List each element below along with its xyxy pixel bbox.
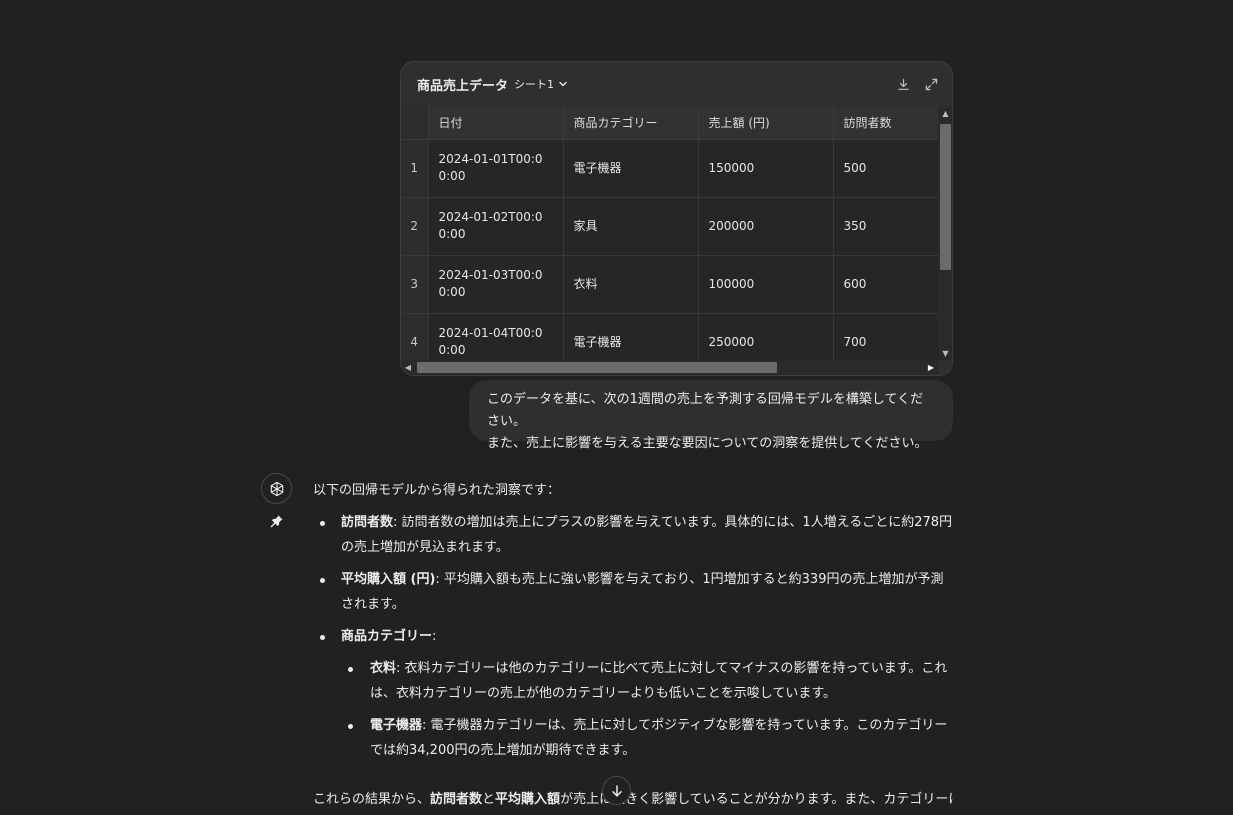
list-item: 商品カテゴリー: 衣料: 衣料カテゴリーは他のカテゴリーに比べて売上に対してマイ…: [313, 624, 953, 763]
category-sublist: 衣料: 衣料カテゴリーは他のカテゴリーに比べて売上に対してマイナスの影響を持って…: [341, 656, 953, 763]
data-table: 日付 商品カテゴリー 売上額 (円) 訪問者数 1 2024-01-01T00:…: [401, 106, 938, 360]
column-header[interactable]: 商品カテゴリー: [563, 106, 699, 140]
spreadsheet-header: 商品売上データ シート1: [401, 62, 952, 106]
conclusion-bold: 平均購入額: [495, 792, 561, 807]
assistant-message: 以下の回帰モデルから得られた洞察です： 訪問者数: 訪問者数の増加は売上にプラス…: [313, 478, 953, 763]
vertical-scroll-thumb[interactable]: [940, 124, 951, 270]
corner-cell: [401, 106, 429, 140]
list-item-text: :: [432, 629, 437, 644]
list-item-label: 商品カテゴリー: [341, 629, 433, 644]
table-row: 2 2024-01-02T00:00:00 家具 200000 350: [401, 197, 938, 256]
date-cell[interactable]: 2024-01-03T00:00:00: [428, 255, 564, 314]
list-item-text: : 衣料カテゴリーは他のカテゴリーに比べて売上に対してマイナスの影響を持っていま…: [370, 661, 948, 701]
conclusion-text: と: [482, 792, 496, 807]
column-header[interactable]: 売上額 (円): [698, 106, 834, 140]
expand-button[interactable]: [924, 77, 938, 91]
spreadsheet-preview: 商品売上データ シート1 日付 商品カテゴリー 売上額 (円) 訪問者数 1 2…: [400, 61, 953, 376]
horizontal-scroll-thumb[interactable]: [417, 362, 777, 373]
assistant-conclusion: これらの結果から、訪問者数と平均購入額が売上に大きく影響していることが分かります…: [313, 787, 953, 812]
scroll-right-arrow-icon[interactable]: ▶: [924, 360, 938, 375]
row-number: 1: [401, 139, 429, 198]
insight-list: 訪問者数: 訪問者数の増加は売上にプラスの影響を与えています。具体的には、1人増…: [313, 510, 953, 763]
list-item-text: : 電子機器カテゴリーは、売上に対してポジティブな影響を持っています。このカテゴ…: [370, 718, 948, 758]
list-item: 平均購入額 (円): 平均購入額も売上に強い影響を与えており、1円増加すると約3…: [313, 567, 953, 617]
sales-cell[interactable]: 250000: [698, 313, 834, 360]
visitors-cell[interactable]: 600: [833, 255, 938, 314]
chevron-down-icon: [559, 81, 567, 87]
pin-icon: [270, 515, 283, 528]
list-item-label: 衣料: [370, 661, 397, 676]
date-cell[interactable]: 2024-01-02T00:00:00: [428, 197, 564, 256]
category-cell[interactable]: 電子機器: [563, 313, 699, 360]
list-item-label: 訪問者数: [341, 515, 394, 530]
row-number: 3: [401, 255, 429, 314]
list-item: 衣料: 衣料カテゴリーは他のカテゴリーに比べて売上に対してマイナスの影響を持って…: [341, 656, 953, 706]
openai-logo-icon: [270, 481, 283, 496]
horizontal-scrollbar[interactable]: ◀ ▶: [401, 360, 938, 375]
table-header-row: 日付 商品カテゴリー 売上額 (円) 訪問者数: [401, 106, 938, 140]
conclusion-text: これらの結果から、: [313, 792, 431, 807]
column-header[interactable]: 日付: [428, 106, 564, 140]
scroll-up-arrow-icon[interactable]: ▲: [938, 106, 952, 120]
column-header[interactable]: 訪問者数: [833, 106, 938, 140]
user-message: このデータを基に、次の1週間の売上を予測する回帰モデルを構築してください。 また…: [469, 380, 953, 451]
list-item: 訪問者数: 訪問者数の増加は売上にプラスの影響を与えています。具体的には、1人増…: [313, 510, 953, 560]
pin-button[interactable]: [269, 513, 285, 529]
scroll-left-arrow-icon[interactable]: ◀: [401, 360, 415, 375]
sheet-tab-label: シート1: [514, 78, 555, 91]
table-row: 3 2024-01-03T00:00:00 衣料 100000 600: [401, 255, 938, 314]
row-number: 4: [401, 313, 429, 360]
visitors-cell[interactable]: 500: [833, 139, 938, 198]
download-icon: [897, 78, 909, 90]
assistant-avatar: [261, 473, 292, 504]
conclusion-bold: 訪問者数: [430, 792, 483, 807]
date-cell[interactable]: 2024-01-01T00:00:00: [428, 139, 564, 198]
user-message-line: また、売上に影響を与える主要な要因についての洞察を提供してください。: [487, 436, 928, 451]
table-row: 4 2024-01-04T00:00:00 電子機器 250000 700: [401, 313, 938, 360]
scroll-to-bottom-button[interactable]: [602, 776, 631, 805]
list-item: 電子機器: 電子機器カテゴリーは、売上に対してポジティブな影響を持っています。こ…: [341, 713, 953, 763]
list-item-label: 電子機器: [370, 718, 423, 733]
user-message-line: このデータを基に、次の1週間の売上を予測する回帰モデルを構築してください。: [487, 392, 924, 429]
list-item-text: : 訪問者数の増加は売上にプラスの影響を与えています。具体的には、1人増えるごと…: [341, 515, 953, 555]
expand-icon: [925, 78, 937, 90]
date-cell[interactable]: 2024-01-04T00:00:00: [428, 313, 564, 360]
spreadsheet-grid[interactable]: 日付 商品カテゴリー 売上額 (円) 訪問者数 1 2024-01-01T00:…: [401, 106, 938, 360]
assistant-intro: 以下の回帰モデルから得られた洞察です：: [313, 483, 561, 498]
list-item-label: 平均購入額 (円): [341, 572, 436, 587]
arrow-down-icon: [611, 784, 622, 797]
scroll-down-arrow-icon[interactable]: ▼: [938, 346, 952, 360]
category-cell[interactable]: 家具: [563, 197, 699, 256]
table-row: 1 2024-01-01T00:00:00 電子機器 150000 500: [401, 139, 938, 198]
row-number: 2: [401, 197, 429, 256]
visitors-cell[interactable]: 700: [833, 313, 938, 360]
category-cell[interactable]: 電子機器: [563, 139, 699, 198]
sales-cell[interactable]: 150000: [698, 139, 834, 198]
sales-cell[interactable]: 100000: [698, 255, 834, 314]
vertical-scrollbar[interactable]: ▲ ▼: [938, 106, 952, 360]
download-button[interactable]: [896, 77, 910, 91]
sheet-tab-selector[interactable]: シート1: [514, 76, 568, 92]
visitors-cell[interactable]: 350: [833, 197, 938, 256]
spreadsheet-title: 商品売上データ: [417, 78, 509, 94]
spreadsheet-actions: [896, 77, 938, 91]
sales-cell[interactable]: 200000: [698, 197, 834, 256]
category-cell[interactable]: 衣料: [563, 255, 699, 314]
